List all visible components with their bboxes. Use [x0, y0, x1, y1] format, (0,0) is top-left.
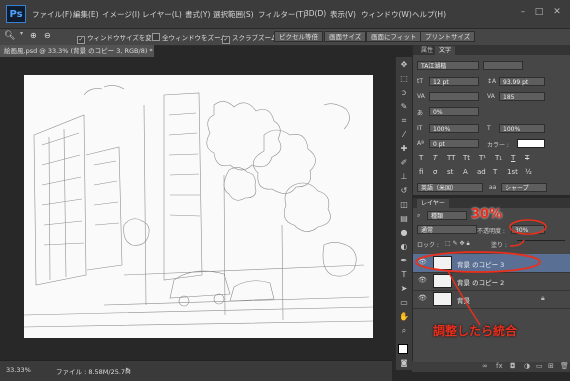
layer-circle — [415, 251, 541, 273]
slider-circle — [509, 239, 525, 247]
opacity-circle — [509, 219, 547, 235]
callout-arrow — [447, 270, 481, 326]
merge-callout: 調整したら統合 — [433, 324, 518, 338]
